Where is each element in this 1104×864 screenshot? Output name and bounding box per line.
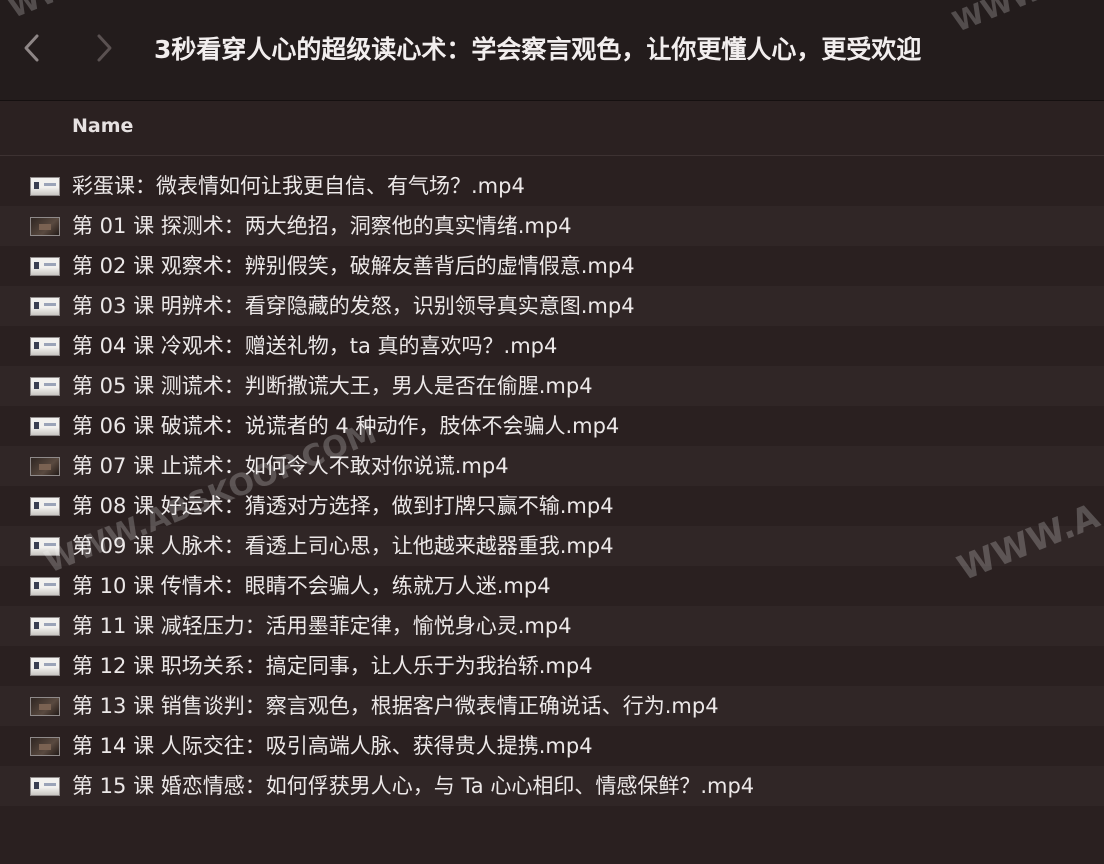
- file-name: 第 01 课 探测术：两大绝招，洞察他的真实情绪.mp4: [72, 214, 572, 238]
- file-name: 第 06 课 破谎术：说谎者的 4 种动作，肢体不会骗人.mp4: [72, 414, 620, 438]
- file-row[interactable]: 第 08 课 好运术：猜透对方选择，做到打牌只赢不输.mp4: [0, 486, 1104, 526]
- file-row[interactable]: 第 04 课 冷观术：赠送礼物，ta 真的喜欢吗？.mp4: [0, 326, 1104, 366]
- file-name: 第 03 课 明辨术：看穿隐藏的发怒，识别领导真实意图.mp4: [72, 294, 635, 318]
- file-row[interactable]: 第 03 课 明辨术：看穿隐藏的发怒，识别领导真实意图.mp4: [0, 286, 1104, 326]
- video-thumbnail-icon: [30, 177, 60, 196]
- video-thumbnail-icon: [30, 257, 60, 276]
- video-thumbnail-icon: [30, 497, 60, 516]
- file-name: 第 12 课 职场关系：搞定同事，让人乐于为我抬轿.mp4: [72, 654, 593, 678]
- video-thumbnail-icon: [30, 457, 60, 476]
- video-thumbnail-icon: [30, 617, 60, 636]
- back-button[interactable]: [14, 28, 50, 68]
- file-row[interactable]: 第 07 课 止谎术：如何令人不敢对你说谎.mp4: [0, 446, 1104, 486]
- file-row[interactable]: 第 02 课 观察术：辨别假笑，破解友善背后的虚情假意.mp4: [0, 246, 1104, 286]
- file-row[interactable]: 第 11 课 减轻压力：活用墨菲定律，愉悦身心灵.mp4: [0, 606, 1104, 646]
- file-row[interactable]: 第 05 课 测谎术：判断撒谎大王，男人是否在偷腥.mp4: [0, 366, 1104, 406]
- file-row[interactable]: 第 06 课 破谎术：说谎者的 4 种动作，肢体不会骗人.mp4: [0, 406, 1104, 446]
- file-name: 彩蛋课：微表情如何让我更自信、有气场？.mp4: [72, 174, 525, 198]
- file-name: 第 09 课 人脉术：看透上司心思，让他越来越器重我.mp4: [72, 534, 614, 558]
- video-thumbnail-icon: [30, 577, 60, 596]
- file-name: 第 08 课 好运术：猜透对方选择，做到打牌只赢不输.mp4: [72, 494, 614, 518]
- file-name: 第 10 课 传情术：眼睛不会骗人，练就万人迷.mp4: [72, 574, 551, 598]
- video-thumbnail-icon: [30, 377, 60, 396]
- file-row[interactable]: 第 13 课 销售谈判：察言观色，根据客户微表情正确说话、行为.mp4: [0, 686, 1104, 726]
- file-row[interactable]: 第 14 课 人际交往：吸引高端人脉、获得贵人提携.mp4: [0, 726, 1104, 766]
- file-name: 第 15 课 婚恋情感：如何俘获男人心，与 Ta 心心相印、情感保鲜？.mp4: [72, 774, 755, 798]
- video-thumbnail-icon: [30, 337, 60, 356]
- file-row[interactable]: 第 01 课 探测术：两大绝招，洞察他的真实情绪.mp4: [0, 206, 1104, 246]
- video-thumbnail-icon: [30, 217, 60, 236]
- window-title: 3秒看穿人心的超级读心术：学会察言观色，让你更懂人心，更受欢迎: [154, 35, 922, 64]
- video-thumbnail-icon: [30, 297, 60, 316]
- file-name: 第 05 课 测谎术：判断撒谎大王，男人是否在偷腥.mp4: [72, 374, 593, 398]
- list-header: Name: [0, 101, 1104, 156]
- file-name: 第 14 课 人际交往：吸引高端人脉、获得贵人提携.mp4: [72, 734, 593, 758]
- file-row[interactable]: 彩蛋课：微表情如何让我更自信、有气场？.mp4: [0, 166, 1104, 206]
- forward-button[interactable]: [86, 28, 122, 68]
- video-thumbnail-icon: [30, 697, 60, 716]
- file-name: 第 04 课 冷观术：赠送礼物，ta 真的喜欢吗？.mp4: [72, 334, 558, 358]
- file-name: 第 07 课 止谎术：如何令人不敢对你说谎.mp4: [72, 454, 509, 478]
- video-thumbnail-icon: [30, 537, 60, 556]
- file-row[interactable]: 第 10 课 传情术：眼睛不会骗人，练就万人迷.mp4: [0, 566, 1104, 606]
- name-column-header[interactable]: Name: [72, 115, 133, 137]
- video-thumbnail-icon: [30, 737, 60, 756]
- chevron-right-icon: [97, 34, 112, 62]
- chevron-left-icon: [24, 34, 39, 62]
- video-thumbnail-icon: [30, 417, 60, 436]
- video-thumbnail-icon: [30, 777, 60, 796]
- file-row[interactable]: 第 12 课 职场关系：搞定同事，让人乐于为我抬轿.mp4: [0, 646, 1104, 686]
- file-row[interactable]: 第 15 课 婚恋情感：如何俘获男人心，与 Ta 心心相印、情感保鲜？.mp4: [0, 766, 1104, 806]
- file-name: 第 13 课 销售谈判：察言观色，根据客户微表情正确说话、行为.mp4: [72, 694, 719, 718]
- file-name: 第 02 课 观察术：辨别假笑，破解友善背后的虚情假意.mp4: [72, 254, 635, 278]
- toolbar: 3秒看穿人心的超级读心术：学会察言观色，让你更懂人心，更受欢迎: [0, 0, 1104, 101]
- file-list: 彩蛋课：微表情如何让我更自信、有气场？.mp4 第 01 课 探测术：两大绝招，洞…: [0, 166, 1104, 806]
- video-thumbnail-icon: [30, 657, 60, 676]
- file-row[interactable]: 第 09 课 人脉术：看透上司心思，让他越来越器重我.mp4: [0, 526, 1104, 566]
- file-name: 第 11 课 减轻压力：活用墨菲定律，愉悦身心灵.mp4: [72, 614, 572, 638]
